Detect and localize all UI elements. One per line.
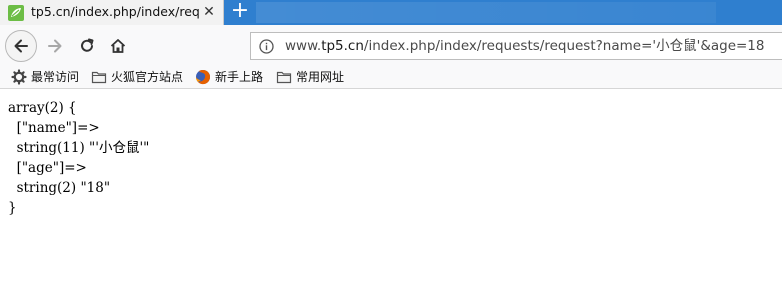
site-info-icon[interactable]	[259, 39, 274, 54]
folder-icon	[276, 69, 292, 85]
dump-line: ["age"]=>	[8, 160, 87, 176]
address-bar[interactable]: www.tp5.cn/index.php/index/requests/requ…	[250, 32, 782, 60]
page-content: array(2) { ["name"]=> string(11) "'小仓鼠'"…	[0, 90, 782, 297]
var-dump-output: array(2) { ["name"]=> string(11) "'小仓鼠'"…	[8, 98, 149, 218]
folder-icon	[91, 69, 107, 85]
url-domain: tp5.cn	[321, 38, 364, 54]
bookmark-label: 最常访问	[31, 69, 80, 84]
tab-strip: tp5.cn/index.php/index/requ ✕ +	[0, 0, 782, 25]
dump-line: }	[8, 200, 17, 216]
bookmarks-toolbar: 最常访问 火狐官方站点 新手上路 常用网址	[0, 64, 782, 89]
tab-title: tp5.cn/index.php/index/requ	[31, 4, 199, 19]
reload-button[interactable]	[72, 31, 102, 61]
dump-line: array(2) {	[8, 100, 77, 116]
leaf-page-icon	[8, 5, 24, 21]
new-tab-button[interactable]: +	[230, 0, 250, 22]
active-tab[interactable]: tp5.cn/index.php/index/requ ✕	[0, 0, 224, 25]
dump-line: string(11) "'小仓鼠'"	[8, 140, 150, 156]
bookmark-most-visited[interactable]: 最常访问	[11, 68, 79, 85]
firefox-icon	[195, 69, 211, 85]
bookmark-getting-started[interactable]: 新手上路	[195, 68, 263, 85]
dump-line: ["name"]=>	[8, 120, 100, 136]
url-path: /index.php/index/requests/request?name='…	[363, 38, 765, 54]
navigation-toolbar: www.tp5.cn/index.php/index/requests/requ…	[0, 25, 782, 64]
home-button[interactable]	[103, 31, 133, 61]
bookmark-label: 常用网址	[296, 69, 345, 84]
close-tab-icon[interactable]: ✕	[201, 4, 217, 20]
bookmark-common-sites[interactable]: 常用网址	[276, 68, 344, 85]
back-arrow-icon	[14, 39, 28, 53]
blurred-background-tab[interactable]	[256, 2, 716, 23]
forward-button[interactable]	[40, 31, 70, 61]
url-text[interactable]: www.tp5.cn/index.php/index/requests/requ…	[285, 38, 765, 55]
reload-icon	[81, 38, 94, 52]
forward-arrow-icon	[48, 39, 62, 53]
dump-line: string(2) "18"	[8, 180, 111, 196]
url-prefix: www.	[285, 38, 322, 54]
bookmark-label: 新手上路	[215, 69, 264, 84]
gear-icon	[11, 68, 27, 85]
bookmark-firefox-official[interactable]: 火狐官方站点	[91, 68, 183, 85]
bookmark-label: 火狐官方站点	[111, 69, 184, 84]
home-icon	[110, 39, 126, 53]
back-button[interactable]	[5, 30, 37, 62]
